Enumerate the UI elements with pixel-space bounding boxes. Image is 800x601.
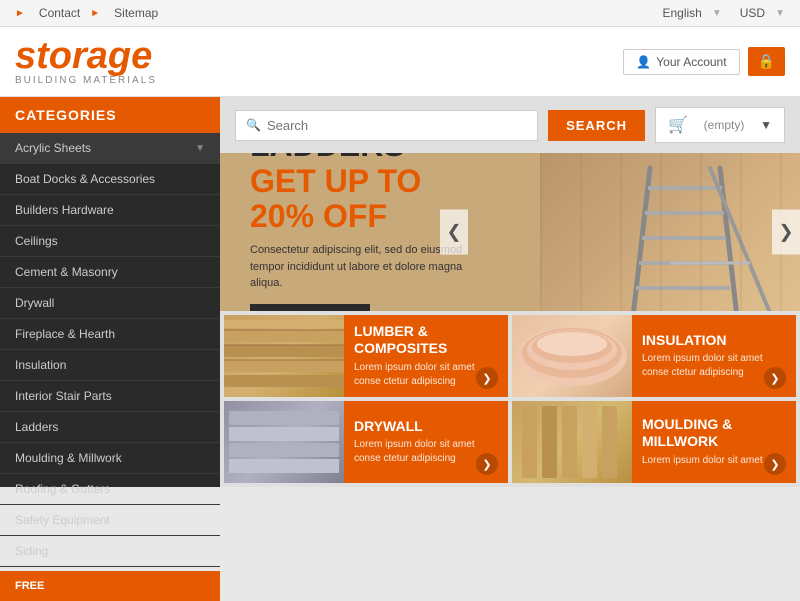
- sidebar-item-label: Roofing & Gutters: [15, 482, 110, 496]
- lock-icon: 🔒: [758, 53, 775, 69]
- sidebar-item-label: Ladders: [15, 420, 58, 434]
- slider-next-button[interactable]: ❯: [772, 210, 800, 255]
- search-input-wrap: 🔍: [235, 110, 538, 141]
- sidebar-item-label: Safety Equipment: [15, 513, 110, 527]
- sitemap-link[interactable]: Sitemap: [114, 6, 158, 20]
- product-arrow-lumber[interactable]: ❯: [476, 367, 498, 389]
- product-card-insulation[interactable]: INSULATION Lorem ipsum dolor sit amet co…: [512, 315, 796, 397]
- search-bar: 🔍 SEARCH 🛒 (empty) ▼: [220, 97, 800, 153]
- slide-offer-line2: 20% OFF: [250, 199, 510, 234]
- sidebar-item-label: Insulation: [15, 358, 66, 372]
- sidebar-item-boat-docks[interactable]: Boat Docks & Accessories: [0, 164, 220, 195]
- sidebar-item-label: Builders Hardware: [15, 203, 114, 217]
- sidebar-item-label: Moulding & Millwork: [15, 451, 122, 465]
- product-card-millwork[interactable]: MOULDING &MILLWORK Lorem ipsum dolor sit…: [512, 401, 796, 483]
- sidebar-item-safety[interactable]: Safety Equipment: [0, 505, 220, 536]
- sidebar-item-ceilings[interactable]: Ceilings: [0, 226, 220, 257]
- product-info-millwork: MOULDING &MILLWORK Lorem ipsum dolor sit…: [632, 401, 796, 483]
- sidebar-item-fireplace[interactable]: Fireplace & Hearth: [0, 319, 220, 350]
- cart-dropdown-icon: ▼: [760, 118, 772, 132]
- sidebar-header: CATEGORIES: [0, 97, 220, 133]
- cart-status: (empty): [694, 118, 754, 132]
- hero-slider: LADDERS GET UP TO 20% OFF Consectetur ad…: [220, 153, 800, 311]
- sidebar-item-moulding[interactable]: Moulding & Millwork: [0, 443, 220, 474]
- sidebar: CATEGORIES Acrylic Sheets ▼ Boat Docks &…: [0, 97, 220, 487]
- product-name-insulation: INSULATION: [642, 332, 786, 349]
- product-info-insulation: INSULATION Lorem ipsum dolor sit amet co…: [632, 315, 796, 397]
- cart-icon: 🛒: [668, 115, 688, 135]
- sidebar-item-interior-stair[interactable]: Interior Stair Parts: [0, 381, 220, 412]
- slider-content: LADDERS GET UP TO 20% OFF Consectetur ad…: [220, 153, 540, 311]
- slider-image: [540, 153, 800, 311]
- sidebar-item-builders-hardware[interactable]: Builders Hardware: [0, 195, 220, 226]
- slide-description: Consectetur adipiscing elit, sed do eius…: [250, 242, 470, 292]
- sidebar-arrow-icon: ▼: [195, 143, 205, 154]
- slider-prev-button[interactable]: ❮: [440, 210, 468, 255]
- product-arrow-drywall[interactable]: ❯: [476, 453, 498, 475]
- sidebar-item-label: Boat Docks & Accessories: [15, 172, 155, 186]
- account-button[interactable]: 👤 Your Account: [623, 49, 739, 75]
- sidebar-item-label: Ceilings: [15, 234, 58, 248]
- main-layout: CATEGORIES Acrylic Sheets ▼ Boat Docks &…: [0, 97, 800, 487]
- product-image-lumber: [224, 315, 344, 397]
- product-image-millwork: [512, 401, 632, 483]
- top-bar-right: English ▼ USD ▼: [662, 6, 785, 20]
- sidebar-item-label: Fireplace & Hearth: [15, 327, 115, 341]
- insulation-svg: [512, 315, 632, 397]
- contact-link[interactable]: Contact: [39, 6, 80, 20]
- sidebar-item-label: Acrylic Sheets: [15, 141, 91, 155]
- logo[interactable]: storage BUILDING MATERIALS: [15, 37, 157, 86]
- sidebar-item-acrylic-sheets[interactable]: Acrylic Sheets ▼: [0, 133, 220, 164]
- currency-arrow-icon: ▼: [775, 8, 785, 19]
- product-image-drywall: [224, 401, 344, 483]
- search-icon: 🔍: [246, 118, 261, 132]
- account-label: Your Account: [656, 55, 726, 69]
- cart-button[interactable]: 🛒 (empty) ▼: [655, 107, 785, 143]
- logo-text: storage: [15, 37, 157, 75]
- product-image-insulation: [512, 315, 632, 397]
- product-arrow-insulation[interactable]: ❯: [764, 367, 786, 389]
- logo-subtitle: BUILDING MATERIALS: [15, 75, 157, 86]
- millwork-svg: [512, 401, 632, 483]
- header: storage BUILDING MATERIALS 👤 Your Accoun…: [0, 27, 800, 97]
- sidebar-item-roofing[interactable]: Roofing & Gutters: [0, 474, 220, 505]
- promo-bar: FREE: [15, 580, 44, 592]
- account-icon: 👤: [636, 55, 651, 69]
- language-arrow-icon: ▼: [712, 8, 722, 19]
- product-info-drywall: DRYWALL Lorem ipsum dolor sit amet conse…: [344, 401, 508, 483]
- product-name-drywall: DRYWALL: [354, 418, 498, 435]
- contact-arrow-icon: ►: [15, 8, 25, 19]
- product-card-lumber[interactable]: LUMBER &COMPOSITES Lorem ipsum dolor sit…: [224, 315, 508, 397]
- drywall-svg: [224, 401, 344, 483]
- product-grid: LUMBER &COMPOSITES Lorem ipsum dolor sit…: [220, 311, 800, 487]
- currency-selector[interactable]: USD: [740, 6, 765, 20]
- search-input[interactable]: [267, 111, 527, 140]
- product-name-lumber: LUMBER &COMPOSITES: [354, 323, 498, 357]
- sidebar-item-cement[interactable]: Cement & Masonry: [0, 257, 220, 288]
- language-selector[interactable]: English: [662, 6, 701, 20]
- sidebar-item-label: Interior Stair Parts: [15, 389, 112, 403]
- sidebar-item-label: Drywall: [15, 296, 54, 310]
- lock-button[interactable]: 🔒: [748, 47, 785, 76]
- sidebar-item-drywall[interactable]: Drywall: [0, 288, 220, 319]
- sidebar-item-ladders[interactable]: Ladders: [0, 412, 220, 443]
- sitemap-arrow-icon: ►: [90, 8, 100, 19]
- content-area: 🔍 SEARCH 🛒 (empty) ▼ LADDERS GET UP TO 2…: [220, 97, 800, 487]
- lumber-svg: [224, 315, 344, 397]
- top-bar: ► Contact ► Sitemap English ▼ USD ▼: [0, 0, 800, 27]
- search-button[interactable]: SEARCH: [548, 110, 645, 141]
- sidebar-item-label: Siding: [15, 544, 48, 558]
- sidebar-item-siding[interactable]: Siding: [0, 536, 220, 567]
- product-arrow-millwork[interactable]: ❯: [764, 453, 786, 475]
- slide-offer-line1: GET UP TO: [250, 164, 510, 199]
- sidebar-item-label: Cement & Masonry: [15, 265, 118, 279]
- product-name-millwork: MOULDING &MILLWORK: [642, 416, 786, 450]
- product-info-lumber: LUMBER &COMPOSITES Lorem ipsum dolor sit…: [344, 315, 508, 397]
- product-card-drywall[interactable]: DRYWALL Lorem ipsum dolor sit amet conse…: [224, 401, 508, 483]
- shop-now-button[interactable]: SHOP NOW !: [250, 304, 370, 311]
- sidebar-item-insulation[interactable]: Insulation: [0, 350, 220, 381]
- header-right: 👤 Your Account 🔒: [623, 47, 785, 76]
- top-bar-links: ► Contact ► Sitemap: [15, 6, 158, 20]
